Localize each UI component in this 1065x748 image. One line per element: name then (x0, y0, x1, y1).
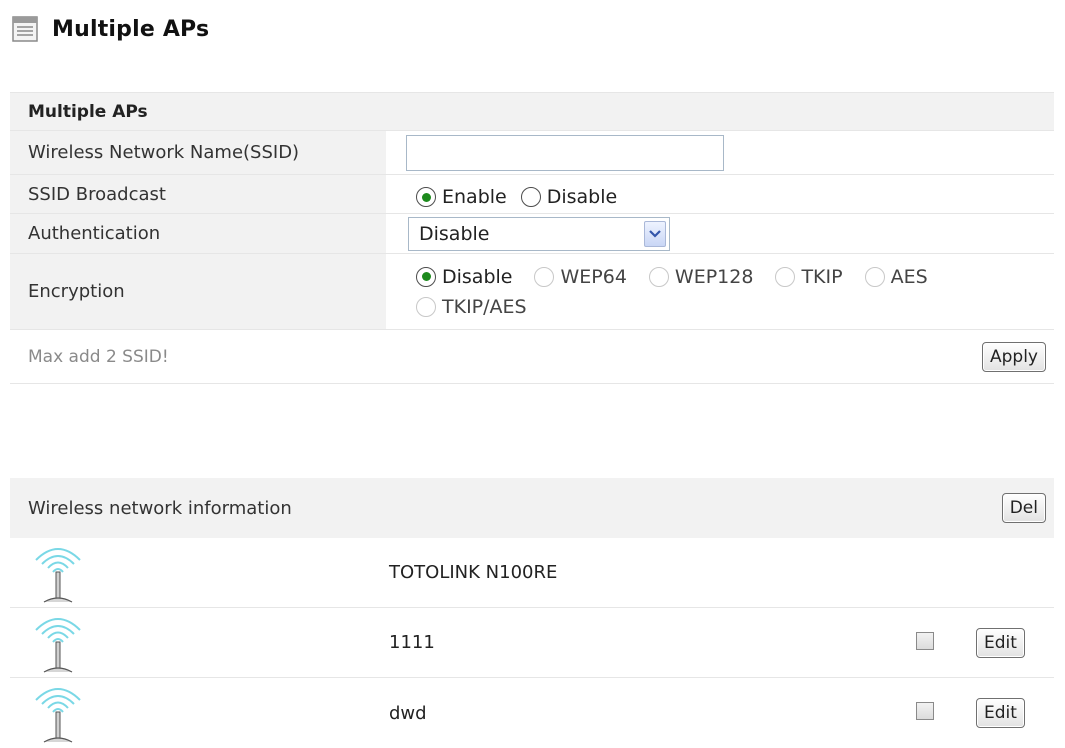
authentication-label: Authentication (10, 214, 386, 253)
ssid-broadcast-options: Enable Disable (386, 175, 1054, 213)
encryption-aes-label: AES (890, 265, 928, 288)
authentication-selected-value: Disable (419, 222, 490, 245)
network-info-title: Wireless network information (28, 497, 292, 519)
network-entry-name: dwd (389, 702, 427, 724)
encryption-options: Disable WEP64 WEP128 TKIP AES TKIP/AES (386, 254, 1054, 329)
del-button[interactable]: Del (1001, 493, 1046, 523)
encryption-disable-option[interactable]: Disable (416, 266, 512, 288)
encryption-wep64-radio[interactable] (534, 266, 555, 287)
multiple-aps-form: Multiple APs Wireless Network Name(SSID)… (10, 92, 1054, 384)
form-section-title: Multiple APs (10, 93, 1054, 130)
encryption-tkip-aes-label: TKIP/AES (442, 295, 527, 318)
network-info-header: Wireless network information Del (10, 478, 1054, 538)
broadcast-disable-radio[interactable] (520, 187, 541, 207)
encryption-tkip-label: TKIP (801, 265, 843, 288)
encryption-tkip-aes-radio[interactable] (416, 296, 436, 317)
authentication-value-cell: Disable (386, 214, 1054, 253)
ssid-value-cell (386, 131, 1054, 174)
ssid-row: Wireless Network Name(SSID) (10, 131, 1054, 175)
network-entry-name: 1111 (389, 632, 435, 653)
encryption-row: Encryption Disable WEP64 WEP128 TKIP AES… (10, 254, 1054, 330)
ssid-broadcast-row: SSID Broadcast Enable Disable (10, 175, 1054, 214)
network-entry-name: TOTOLINK N100RE (389, 562, 558, 583)
encryption-aes-option[interactable]: AES (864, 265, 928, 288)
page-header: Multiple APs (12, 16, 209, 42)
network-entry-checkbox[interactable] (916, 632, 934, 650)
encryption-wep128-option[interactable]: WEP128 (648, 265, 754, 288)
ssid-input[interactable] (406, 134, 724, 171)
wifi-antenna-icon (35, 688, 81, 743)
encryption-label: Encryption (10, 254, 386, 329)
broadcast-disable-option[interactable]: Disable (520, 186, 618, 208)
apply-button[interactable]: Apply (982, 341, 1046, 372)
page-title: Multiple APs (52, 16, 210, 42)
encryption-wep128-label: WEP128 (674, 265, 754, 288)
broadcast-enable-label: Enable (442, 186, 507, 208)
wifi-antenna-icon (35, 618, 81, 673)
encryption-wep64-label: WEP64 (560, 265, 627, 288)
network-entry: 1111 Edit (10, 608, 1054, 678)
authentication-row: Authentication Disable (10, 214, 1054, 254)
encryption-aes-radio[interactable] (864, 266, 885, 287)
chevron-down-icon[interactable] (644, 220, 666, 247)
network-entry-checkbox[interactable] (916, 702, 934, 720)
encryption-wep128-radio[interactable] (648, 266, 669, 287)
encryption-tkip-radio[interactable] (775, 266, 796, 287)
network-entry: TOTOLINK N100RE (10, 538, 1054, 608)
encryption-disable-label: Disable (442, 265, 513, 288)
authentication-select[interactable]: Disable (408, 216, 670, 251)
ssid-label: Wireless Network Name(SSID) (10, 131, 386, 174)
wifi-antenna-icon (35, 548, 81, 603)
broadcast-disable-label: Disable (546, 186, 618, 208)
page-list-icon (12, 16, 38, 42)
form-section-header: Multiple APs (10, 93, 1054, 131)
encryption-tkip-aes-option[interactable]: TKIP/AES (416, 296, 527, 318)
wireless-network-info: Wireless network information Del TOTOLIN… (10, 478, 1054, 748)
ssid-broadcast-label: SSID Broadcast (10, 175, 386, 213)
edit-button[interactable]: Edit (976, 628, 1025, 658)
encryption-disable-radio[interactable] (416, 266, 436, 287)
encryption-wep64-option[interactable]: WEP64 (534, 265, 627, 288)
broadcast-enable-option[interactable]: Enable (416, 186, 507, 208)
edit-button[interactable]: Edit (976, 698, 1025, 728)
network-entry: dwd Edit (10, 678, 1054, 748)
encryption-tkip-option[interactable]: TKIP (775, 265, 843, 288)
form-footer-row: Max add 2 SSID! Apply (10, 330, 1054, 384)
max-ssid-note: Max add 2 SSID! (28, 346, 169, 367)
broadcast-enable-radio[interactable] (416, 187, 436, 207)
